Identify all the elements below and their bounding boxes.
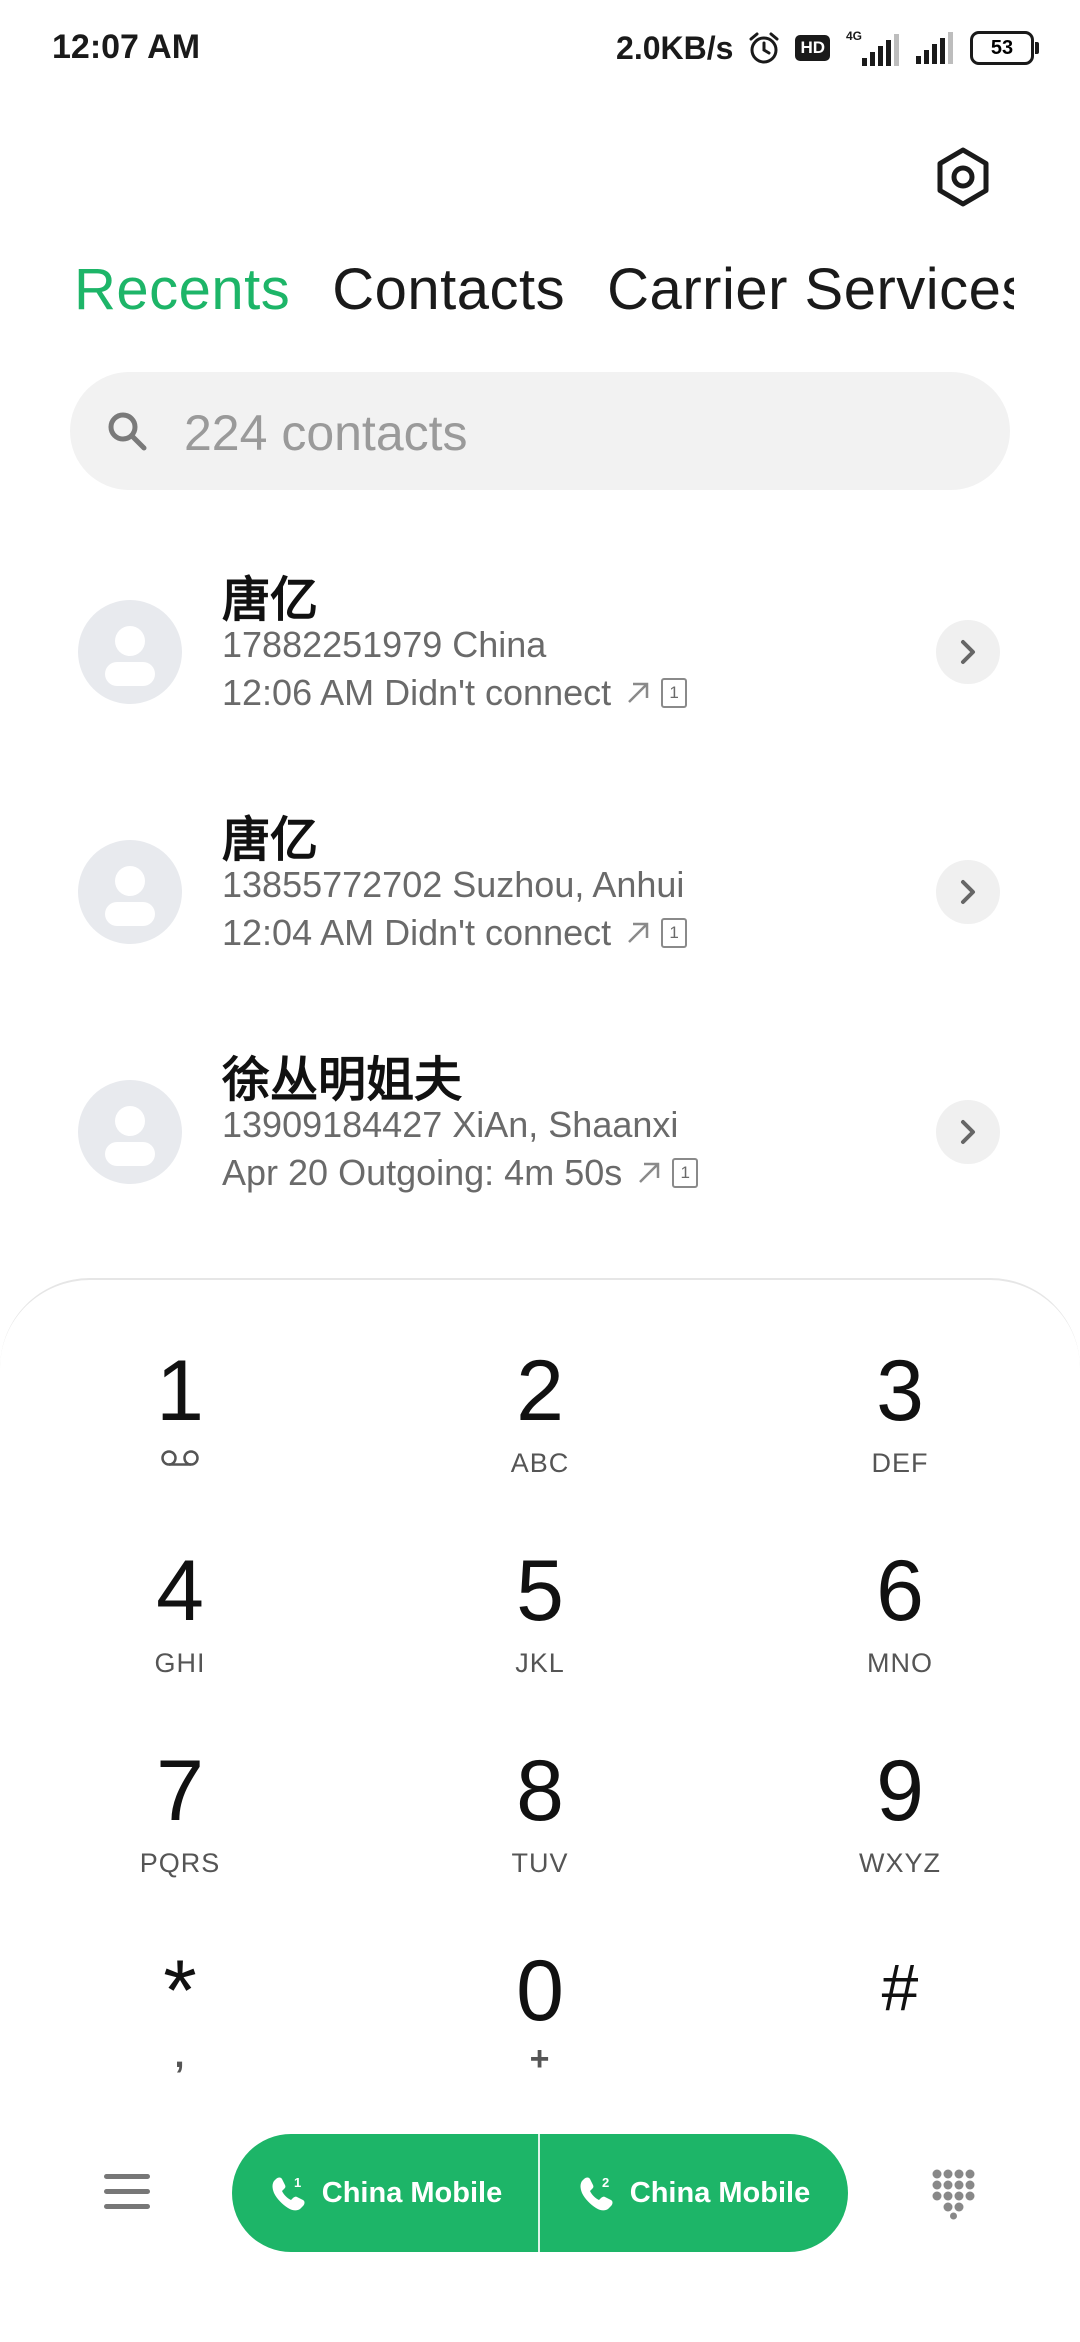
call-info: 12:04 AM Didn't connect 1 — [222, 912, 688, 954]
dialpad-icon — [932, 2169, 975, 2220]
key-letters: TUV — [511, 1848, 569, 1878]
recent-call-row[interactable]: 徐丛明姐夫 13909184427 XiAn, Shaanxi Apr 20 O… — [0, 1040, 1080, 1280]
settings-icon — [937, 147, 989, 207]
key-6[interactable]: 6 MNO — [750, 1548, 1050, 1728]
sim-number: 2 — [602, 2175, 609, 2190]
key-letters: PQRS — [139, 1848, 221, 1878]
search-bar[interactable]: 224 contacts — [70, 372, 1010, 490]
carrier-label: China Mobile — [629, 2176, 811, 2209]
signal-icon — [914, 30, 956, 66]
contact-name: 唐亿 — [222, 814, 319, 867]
key-letters: JKL — [515, 1648, 565, 1678]
voicemail-icon — [161, 1450, 199, 1466]
call-time-status: Apr 20 Outgoing: 4m 50s — [222, 1152, 623, 1193]
call-time-status: 12:04 AM Didn't connect — [222, 912, 612, 953]
chevron-right-icon — [961, 880, 975, 904]
key-letters: DEF — [871, 1448, 929, 1478]
key-letters: WXYZ — [859, 1848, 941, 1878]
call-buttons: 1 China Mobile 2 China Mobile — [232, 2134, 848, 2252]
contact-name: 唐亿 — [222, 574, 319, 627]
key-7[interactable]: 7 PQRS — [30, 1748, 330, 1928]
key-digit: 8 — [516, 1743, 564, 1839]
key-star[interactable]: * , — [30, 1948, 330, 2128]
tab-carrier-services[interactable]: Carrier Services — [607, 256, 1014, 323]
battery-icon: 53 — [970, 31, 1039, 65]
settings-button[interactable] — [930, 144, 996, 210]
key-5[interactable]: 5 JKL — [390, 1548, 690, 1728]
key-letters: ABC — [510, 1448, 570, 1478]
contact-number-location: 13909184427 XiAn, Shaanxi — [222, 1104, 679, 1145]
avatar — [78, 840, 182, 944]
key-letters: MNO — [867, 1648, 933, 1678]
call-info: Apr 20 Outgoing: 4m 50s 1 — [222, 1152, 699, 1194]
recent-call-row[interactable]: 唐亿 13855772702 Suzhou, Anhui 12:04 AM Di… — [0, 800, 1080, 1040]
search-icon — [108, 412, 147, 451]
signal-4g-icon: 4G — [844, 28, 900, 68]
key-2[interactable]: 2 ABC — [390, 1348, 690, 1528]
details-button[interactable] — [936, 1100, 1000, 1164]
key-digit: 4 — [156, 1543, 204, 1639]
status-icons: 2.0KB/s HD 4G 53 — [616, 26, 1039, 70]
sim-number: 1 — [294, 2175, 301, 2190]
hd-icon: HD — [795, 35, 830, 61]
key-digit: 2 — [516, 1343, 564, 1439]
sim-badge: 1 — [661, 918, 688, 948]
chevron-right-icon — [961, 640, 975, 664]
outgoing-arrow-icon — [639, 1162, 660, 1183]
key-digit: 5 — [516, 1543, 564, 1639]
hide-keypad-button[interactable] — [930, 2168, 976, 2220]
sim-badge: 1 — [672, 1158, 699, 1188]
key-digit: * — [163, 1943, 197, 2039]
status-bar: 12:07 AM 2.0KB/s HD 4G 53 — [0, 0, 1080, 96]
contact-number-location: 17882251979 China — [222, 624, 547, 665]
alarm-icon — [747, 31, 781, 65]
call-sim2-button[interactable]: 2 China Mobile — [540, 2134, 846, 2252]
key-1[interactable]: 1 — [30, 1348, 330, 1528]
contact-name: 徐丛明姐夫 — [222, 1054, 463, 1107]
avatar — [78, 1080, 182, 1184]
call-time-status: 12:06 AM Didn't connect — [222, 672, 612, 713]
contact-number-location: 13855772702 Suzhou, Anhui — [222, 864, 685, 905]
call-sim1-button[interactable]: 1 China Mobile — [232, 2134, 538, 2252]
hamburger-menu-icon — [104, 2174, 150, 2209]
key-digit: 0 — [516, 1943, 564, 2039]
key-digit: # — [881, 1950, 919, 2024]
sim-badge: 1 — [661, 678, 688, 708]
key-letters: GHI — [154, 1648, 206, 1678]
avatar — [78, 600, 182, 704]
key-4[interactable]: 4 GHI — [30, 1548, 330, 1728]
key-digit: 6 — [876, 1543, 924, 1639]
outgoing-arrow-icon — [628, 682, 649, 703]
details-button[interactable] — [936, 620, 1000, 684]
key-8[interactable]: 8 TUV — [390, 1748, 690, 1928]
outgoing-arrow-icon — [628, 922, 649, 943]
network-type-label: 4G — [846, 29, 862, 43]
phone-sim2-icon: 2 — [580, 2175, 613, 2211]
key-digit: 1 — [156, 1343, 204, 1439]
tab-bar: Recents Contacts Carrier Services — [74, 256, 1014, 340]
key-letters: + — [529, 2040, 551, 2078]
details-button[interactable] — [936, 860, 1000, 924]
tab-recents[interactable]: Recents — [74, 256, 290, 323]
key-3[interactable]: 3 DEF — [750, 1348, 1050, 1528]
key-hash[interactable]: # — [750, 1948, 1050, 2128]
tab-contacts[interactable]: Contacts — [332, 256, 565, 323]
recent-call-row[interactable]: 唐亿 17882251979 China 12:06 AM Didn't con… — [0, 560, 1080, 800]
search-placeholder: 224 contacts — [184, 405, 468, 461]
carrier-label: China Mobile — [321, 2176, 503, 2209]
chevron-right-icon — [961, 1120, 975, 1144]
key-0[interactable]: 0 + — [390, 1948, 690, 2128]
key-digit: 9 — [876, 1743, 924, 1839]
status-time: 12:07 AM — [52, 28, 201, 66]
key-9[interactable]: 9 WXYZ — [750, 1748, 1050, 1928]
call-info: 12:06 AM Didn't connect 1 — [222, 672, 688, 714]
key-letters: , — [174, 2034, 186, 2075]
key-digit: 3 — [876, 1343, 924, 1439]
key-digit: 7 — [156, 1743, 204, 1839]
network-speed: 2.0KB/s — [616, 29, 734, 66]
menu-button[interactable] — [104, 2172, 150, 2212]
phone-sim1-icon: 1 — [272, 2175, 305, 2211]
